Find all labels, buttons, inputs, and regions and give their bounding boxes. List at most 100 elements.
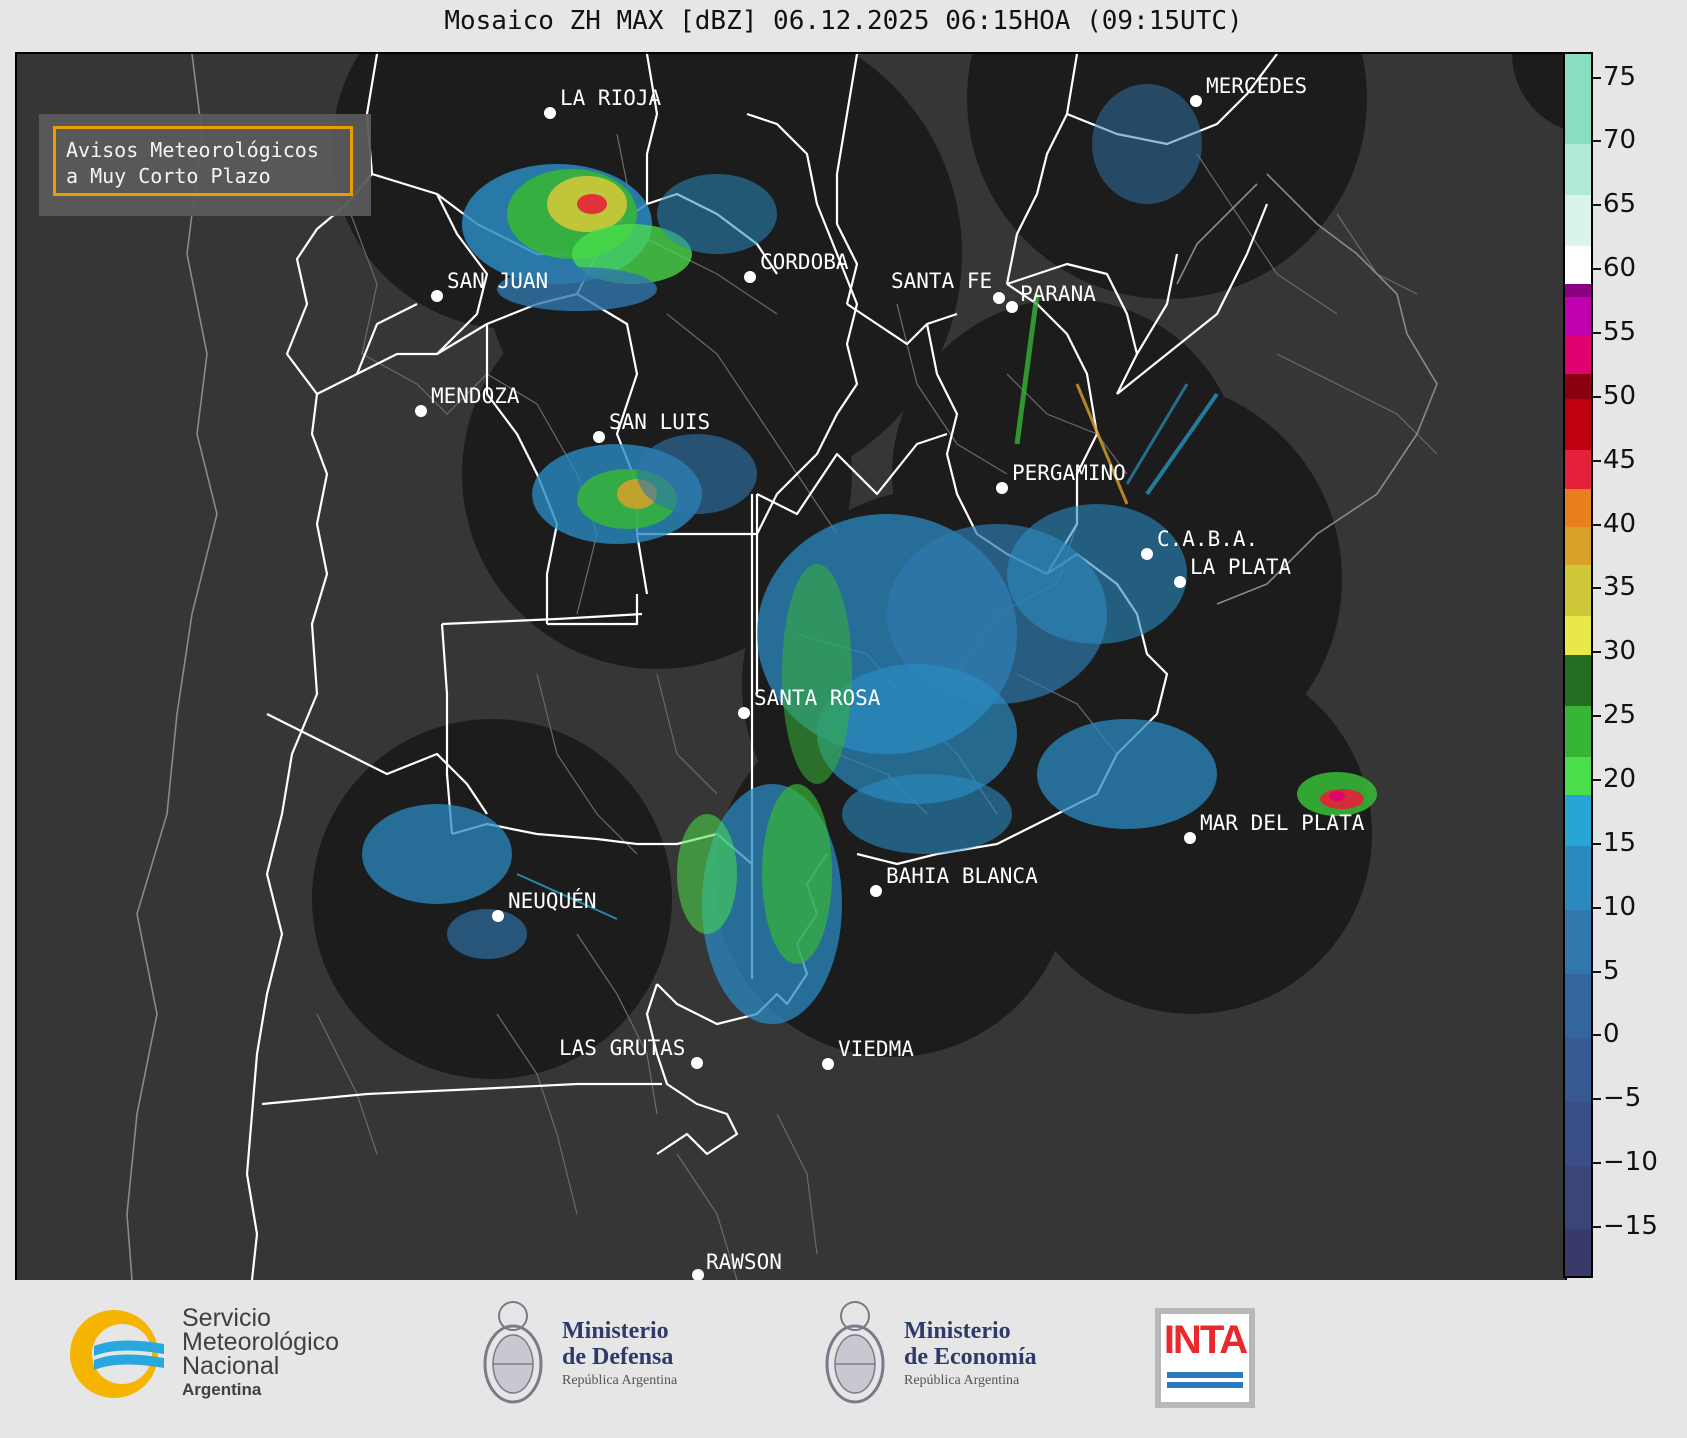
city-dot <box>492 910 504 922</box>
colorbar-segment <box>1565 283 1591 298</box>
echo-caba <box>1007 504 1187 644</box>
colorbar-segment <box>1565 654 1591 706</box>
colorbar-tick-mark <box>1593 1098 1601 1101</box>
city-dot <box>1006 301 1018 313</box>
colorbar-tick-mark <box>1593 1034 1601 1037</box>
echo-san-luis-east <box>637 434 757 514</box>
colorbar-tick-label: 55 <box>1603 316 1637 347</box>
notice-box[interactable]: Avisos Meteorológicos a Muy Corto Plazo <box>53 126 353 196</box>
colorbar-tick-label: 70 <box>1603 125 1637 156</box>
city-dot <box>822 1058 834 1070</box>
city-label: PERGAMINO <box>1012 461 1126 485</box>
colorbar-segment <box>1565 615 1591 655</box>
colorbar-tick-mark <box>1593 587 1601 590</box>
city-dot <box>744 271 756 283</box>
colorbar-tick-mark <box>1593 268 1601 271</box>
echo-mercedes <box>1092 84 1202 204</box>
colorbar-segment <box>1565 526 1591 566</box>
colorbar-tick-label: 65 <box>1603 189 1637 220</box>
colorbar-tick-mark <box>1593 715 1601 718</box>
colorbar <box>1563 52 1593 1278</box>
city-dot <box>431 290 443 302</box>
colorbar-tick-label: −15 <box>1603 1210 1658 1241</box>
city-label: BAHIA BLANCA <box>886 864 1038 888</box>
colorbar-tick-label: −5 <box>1603 1083 1642 1114</box>
colorbar-segment <box>1565 1101 1591 1166</box>
city-dot <box>738 707 750 719</box>
colorbar-tick-mark <box>1593 906 1601 909</box>
defensa-line-1: Ministerio <box>562 1318 669 1344</box>
city-label: SANTA FE <box>891 269 992 293</box>
colorbar-tick-label: 40 <box>1603 508 1637 539</box>
echo-bahia-east <box>842 774 1012 854</box>
defensa-line-2: de Defensa <box>562 1344 674 1370</box>
colorbar-tick-mark <box>1593 842 1601 845</box>
colorbar-segment <box>1565 756 1591 796</box>
city-label: SAN JUAN <box>447 269 548 293</box>
economia-line-3: República Argentina <box>904 1373 1020 1388</box>
colorbar-tick-label: 5 <box>1603 955 1620 986</box>
colorbar-segment <box>1565 245 1591 285</box>
city-dot <box>692 1269 704 1280</box>
city-label: SAN LUIS <box>609 410 710 434</box>
colorbar-segment <box>1565 1037 1591 1102</box>
colorbar-segment <box>1565 143 1591 195</box>
colorbar-tick-label: 0 <box>1603 1019 1620 1050</box>
colorbar-tick-label: 10 <box>1603 891 1637 922</box>
echo-neuquen-south <box>447 909 527 959</box>
echo-bahia-far-west <box>677 814 737 934</box>
colorbar-tick-label: 50 <box>1603 380 1637 411</box>
city-dot <box>691 1057 703 1069</box>
city-dot <box>870 885 882 897</box>
map-title: Mosaico ZH MAX [dBZ] 06.12.2025 06:15HOA… <box>444 6 1243 36</box>
echo-cordoba-east <box>657 174 777 254</box>
colorbar-tick-mark <box>1593 459 1601 462</box>
colorbar-segment <box>1565 488 1591 528</box>
economia-logo: Ministerio de Economía República Argenti… <box>820 1296 1080 1416</box>
colorbar-tick-label: 15 <box>1603 827 1637 858</box>
city-label: MAR DEL PLATA <box>1200 811 1365 835</box>
colorbar-segment <box>1565 194 1591 247</box>
smn-logo: Servicio Meteorológico Nacional Argentin… <box>64 1304 364 1404</box>
colorbar-segment <box>1565 1228 1591 1276</box>
city-label: MENDOZA <box>431 384 520 408</box>
echo-neuquen <box>362 804 512 904</box>
colorbar-tick-label: 35 <box>1603 572 1637 603</box>
colorbar-segment <box>1565 845 1591 911</box>
colorbar-segment <box>1565 564 1591 617</box>
city-label: NEUQUÉN <box>508 888 597 913</box>
city-label: C.A.B.A. <box>1157 527 1258 551</box>
colorbar-tick-mark <box>1593 140 1601 143</box>
echo-pampa-green-band <box>782 564 852 784</box>
city-dot <box>1190 95 1202 107</box>
city-label: RAWSON <box>706 1250 782 1274</box>
colorbar-segment <box>1565 398 1591 451</box>
colorbar-tick-mark <box>1593 1162 1601 1165</box>
economia-line-1: Ministerio <box>904 1318 1011 1344</box>
city-label: MERCEDES <box>1206 74 1307 98</box>
colorbar-tick-label: 60 <box>1603 253 1637 284</box>
city-dot <box>1184 832 1196 844</box>
colorbar-segment <box>1565 705 1591 757</box>
colorbar-tick-label: 45 <box>1603 444 1637 475</box>
colorbar-tick-mark <box>1593 395 1601 398</box>
colorbar-tick-label: −10 <box>1603 1147 1658 1178</box>
colorbar-tick-label: 75 <box>1603 61 1637 92</box>
notice-line-1: Avisos Meteorológicos <box>66 138 319 162</box>
echo-offshore-peak <box>1329 791 1345 801</box>
echo-bahia-green <box>762 784 832 964</box>
smn-emblem-icon <box>70 1310 164 1398</box>
colorbar-tick-mark <box>1593 651 1601 654</box>
colorbar-tick-mark <box>1593 1225 1601 1228</box>
colorbar-tick-mark <box>1593 76 1601 79</box>
colorbar-tick-mark <box>1593 331 1601 334</box>
radar-map[interactable]: LA RIOJA CORDOBA SAN JUAN SANTA FE PARANA MER… <box>15 52 1567 1282</box>
notice-line-2: a Muy Corto Plazo <box>66 164 271 188</box>
colorbar-segment <box>1565 909 1591 974</box>
city-label: PARANA <box>1020 282 1096 306</box>
economia-line-2: de Economía <box>904 1344 1037 1370</box>
colorbar-tick-mark <box>1593 523 1601 526</box>
notice-panel: Avisos Meteorológicos a Muy Corto Plazo <box>39 114 371 216</box>
colorbar-segment <box>1565 973 1591 1038</box>
inta-text: INTA <box>1163 1318 1248 1362</box>
